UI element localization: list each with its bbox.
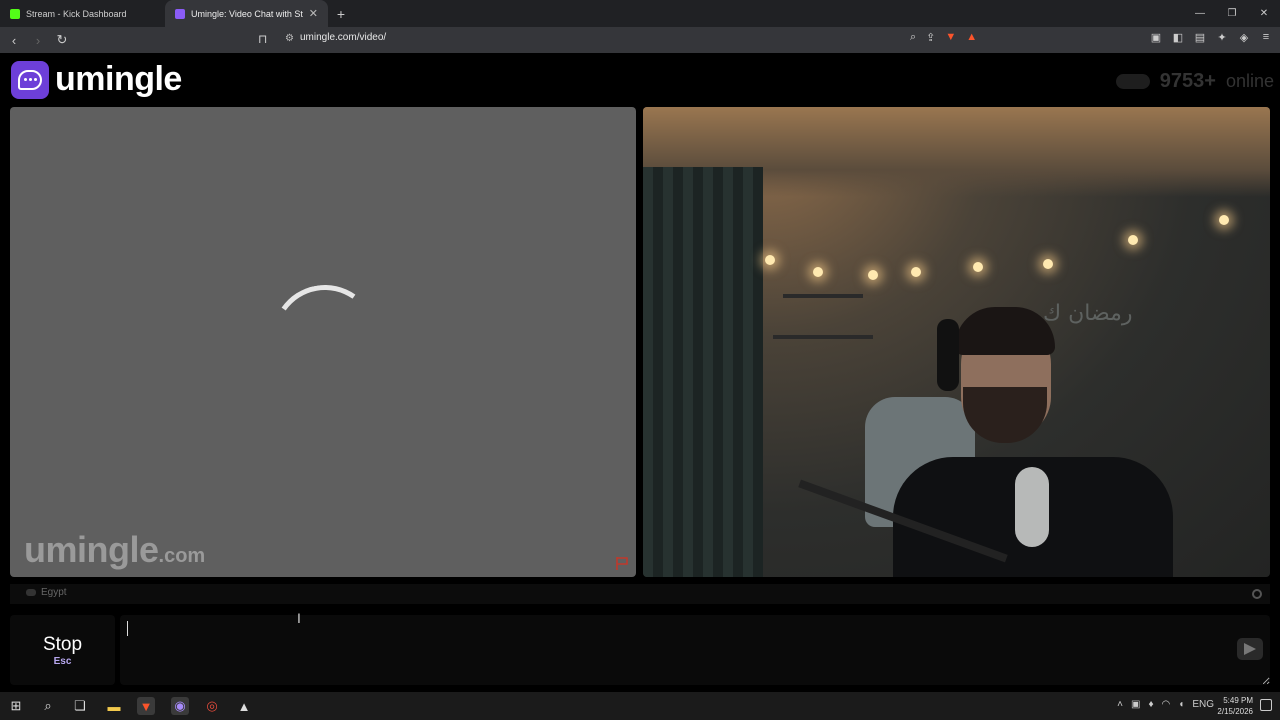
umingle-page: umingle 9753+ online umingle .com رمضان … — [0, 53, 1280, 689]
system-tray: ˄ ▣ ♦ ◠ ◖ ENG — [1117, 699, 1214, 710]
online-label: online — [1225, 71, 1274, 91]
microphone — [1015, 467, 1049, 547]
country-bar: Egypt — [10, 584, 1270, 604]
zoom-icon[interactable]: ⌕ — [910, 31, 916, 44]
reload-icon[interactable]: ↻ — [52, 30, 72, 50]
wall-decal: رمضان ك — [1043, 301, 1133, 326]
wallet-icon[interactable]: ▤ — [1194, 31, 1206, 44]
string-light — [911, 267, 921, 277]
watermark-main: umingle — [24, 529, 159, 570]
string-light — [1128, 235, 1138, 245]
brave-rewards-icon[interactable]: ▲ — [966, 31, 977, 44]
notification-center-icon[interactable] — [1260, 699, 1272, 711]
address-toolbar: ‹ › ↻ ⊓ ⚙ umingle.com/video/ ⌕ ⇪ ▼ ▲ ▣ ◧… — [0, 27, 1280, 53]
menu-icon[interactable]: ≡ — [1260, 31, 1272, 44]
search-icon[interactable]: ⌕ — [39, 697, 57, 715]
site-info-icon[interactable]: ⚙ — [285, 33, 294, 44]
chat-bubble-icon — [11, 60, 49, 99]
task-view-icon[interactable]: ❏ — [71, 697, 89, 715]
string-light — [813, 267, 823, 277]
tab-title: Stream - Kick Dashboard — [26, 8, 127, 19]
system-clock[interactable]: 5:49 PM 2/15/2026 — [1217, 695, 1253, 717]
stop-shortcut: Esc — [53, 655, 72, 667]
headphones — [937, 319, 959, 391]
url-field[interactable]: umingle.com/video/ — [300, 32, 386, 43]
text-cursor-icon: I — [297, 610, 301, 626]
app-icon[interactable]: ▲ — [235, 697, 253, 715]
online-indicator: 9753+ online — [1115, 70, 1274, 93]
brave-browser-icon[interactable]: ▼ — [137, 697, 155, 715]
sidebar-icon[interactable]: ◧ — [1172, 31, 1184, 44]
bookmark-icon[interactable]: ⊓ — [258, 32, 267, 46]
forward-icon[interactable]: › — [28, 30, 48, 50]
kick-favicon-icon — [10, 8, 20, 19]
watermark-tld: .com — [158, 545, 206, 567]
string-light — [765, 255, 775, 265]
string-light — [1043, 259, 1053, 269]
country-name: Egypt — [41, 587, 67, 598]
close-tab-icon[interactable]: ✕ — [309, 7, 318, 20]
address-actions: ⌕ ⇪ ▼ ▲ — [910, 31, 977, 44]
volume-icon[interactable]: ◖ — [1178, 699, 1184, 710]
discord-icon[interactable]: ◉ — [171, 697, 189, 715]
person-hair — [955, 307, 1055, 355]
site-watermark: umingle .com — [24, 529, 205, 571]
string-light — [868, 270, 878, 280]
windows-taskbar: ⊞ ⌕ ❏ ▬ ▼ ◉ ◎ ▲ ˄ ▣ ♦ ◠ ◖ ENG 5:49 PM 2/… — [0, 692, 1280, 720]
windows-start-icon[interactable]: ⊞ — [7, 697, 25, 715]
tray-app-icon[interactable]: ▣ — [1131, 699, 1140, 710]
language-indicator[interactable]: ENG — [1192, 699, 1214, 710]
stop-label: Stop — [42, 633, 83, 655]
report-flag-icon[interactable] — [614, 555, 630, 571]
obs-icon[interactable]: ◎ — [203, 697, 221, 715]
leo-ai-icon[interactable]: ✦ — [1216, 31, 1228, 44]
clock-date: 2/15/2026 — [1217, 707, 1253, 716]
string-light — [1219, 215, 1229, 225]
settings-icon[interactable] — [1252, 589, 1262, 599]
tab-kick-dashboard[interactable]: Stream - Kick Dashboard — [0, 0, 165, 27]
vpn-icon[interactable]: ◈ — [1238, 31, 1250, 44]
brave-shields-icon[interactable]: ▼ — [945, 31, 956, 44]
curtain — [643, 167, 763, 577]
loading-spinner-icon — [263, 276, 387, 400]
remote-video-panel: umingle .com — [10, 107, 636, 577]
partner-country: Egypt — [26, 587, 67, 598]
reader-icon[interactable]: ▣ — [1150, 31, 1162, 44]
close-window-icon[interactable]: ✕ — [1248, 0, 1280, 27]
tray-overflow-icon[interactable]: ˄ — [1117, 699, 1123, 710]
local-video-panel: رمضان ك — [643, 107, 1270, 577]
restore-icon[interactable]: ❐ — [1216, 0, 1248, 27]
send-button[interactable] — [1237, 638, 1263, 660]
country-flag-icon — [26, 589, 36, 596]
microphone-icon[interactable]: ♦ — [1148, 699, 1153, 710]
wall-shelf — [783, 294, 863, 298]
window-controls: — ❐ ✕ — [1184, 0, 1280, 27]
tab-umingle[interactable]: Umingle: Video Chat with Str ✕ — [165, 0, 328, 27]
minimize-icon[interactable]: — — [1184, 0, 1216, 27]
theme-toggle[interactable] — [1115, 74, 1150, 89]
string-light — [973, 262, 983, 272]
network-icon[interactable]: ◠ — [1162, 699, 1171, 710]
send-icon — [1244, 643, 1256, 655]
clock-time: 5:49 PM — [1223, 696, 1253, 705]
share-icon[interactable]: ⇪ — [926, 31, 935, 44]
text-caret — [127, 621, 128, 636]
person-beard — [963, 387, 1047, 443]
file-explorer-icon[interactable]: ▬ — [105, 697, 123, 715]
logo-text: umingle — [55, 60, 182, 98]
toolbar-icons: ▣ ◧ ▤ ✦ ◈ ≡ — [1150, 31, 1272, 44]
browser-tab-bar: Stream - Kick Dashboard Umingle: Video C… — [0, 0, 1280, 27]
umingle-favicon-icon — [175, 8, 185, 19]
message-input[interactable] — [120, 615, 1270, 685]
wall-shelf — [773, 335, 873, 339]
back-icon[interactable]: ‹ — [4, 30, 24, 50]
tab-title: Umingle: Video Chat with Str — [191, 8, 303, 19]
online-count: 9753+ — [1159, 70, 1216, 92]
stop-button[interactable]: Stop Esc — [10, 615, 115, 685]
new-tab-button[interactable]: + — [328, 0, 354, 27]
site-logo[interactable]: umingle — [11, 60, 182, 99]
